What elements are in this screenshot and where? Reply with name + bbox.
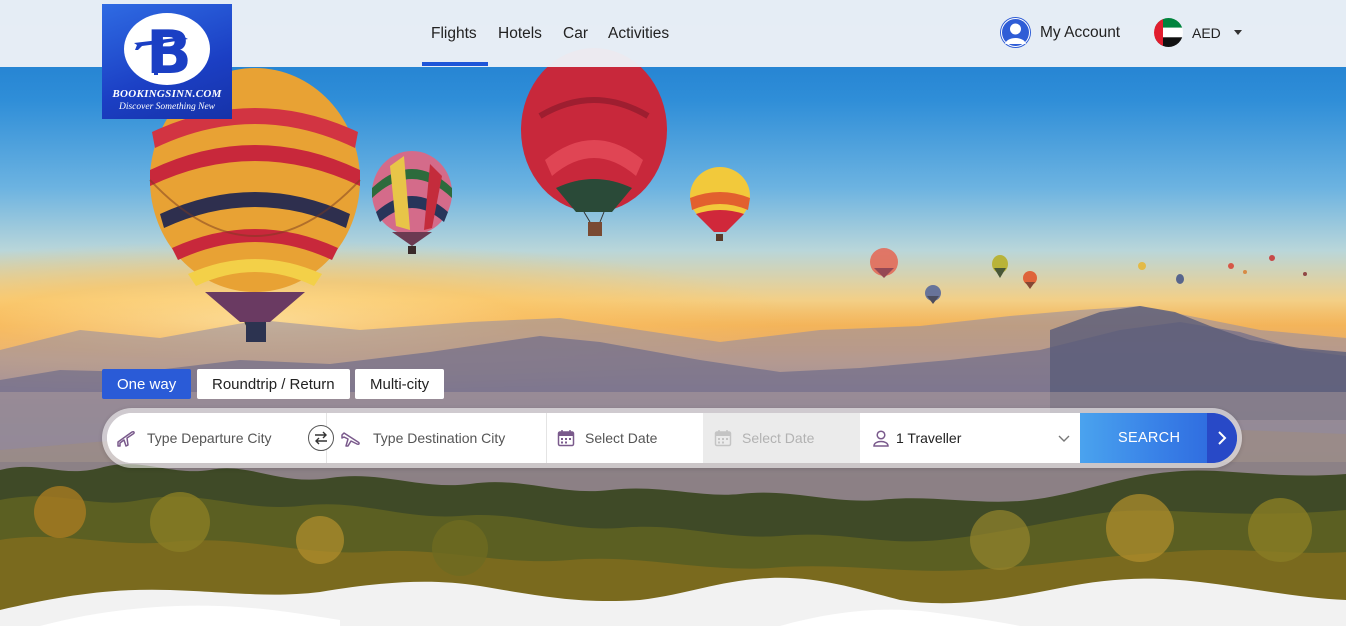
- departure-city-placeholder: Type Departure City: [147, 430, 272, 446]
- search-button-label: SEARCH: [1118, 430, 1181, 446]
- logo-b-plane-icon: B: [134, 18, 192, 88]
- hot-air-balloon-red: [521, 48, 667, 236]
- person-icon: [873, 430, 889, 447]
- departure-city-field[interactable]: Type Departure City: [107, 413, 322, 463]
- calendar-icon: [557, 430, 575, 447]
- calendar-icon: [714, 430, 732, 447]
- swap-arrows-icon: [315, 431, 327, 445]
- logo-emblem: B: [124, 13, 210, 88]
- user-avatar-icon: [1000, 17, 1031, 48]
- nav-active-indicator: [422, 62, 488, 66]
- brand-name: BOOKINGSINN.COM: [112, 88, 222, 100]
- depart-date-field[interactable]: Select Date: [547, 413, 703, 463]
- hot-air-balloon-patchwork: [372, 151, 452, 254]
- currency-selector[interactable]: AED: [1154, 18, 1242, 47]
- swap-cities-button[interactable]: [308, 425, 334, 451]
- depart-date-placeholder: Select Date: [585, 430, 658, 446]
- destination-city-placeholder: Type Destination City: [373, 430, 506, 446]
- nav-activities[interactable]: Activities: [608, 25, 669, 43]
- plane-landing-icon: [341, 432, 360, 447]
- search-button[interactable]: SEARCH: [1080, 413, 1237, 463]
- flight-search-bar: Type Departure City Type Destination Cit…: [107, 413, 1237, 463]
- trip-type-multi-city[interactable]: Multi-city: [355, 369, 445, 399]
- my-account-link[interactable]: My Account: [1000, 17, 1120, 48]
- travellers-value: 1 Traveller: [896, 430, 962, 446]
- travellers-dropdown[interactable]: 1 Traveller: [860, 413, 1080, 463]
- caret-down-icon: [1233, 30, 1242, 35]
- uae-flag-icon: [1154, 18, 1183, 47]
- destination-city-field[interactable]: Type Destination City: [327, 413, 546, 463]
- nav-flights[interactable]: Flights: [431, 25, 477, 43]
- distant-balloons: [870, 248, 1307, 304]
- nav-hotels[interactable]: Hotels: [498, 25, 542, 43]
- chevron-down-icon: [1058, 435, 1070, 442]
- nav-car[interactable]: Car: [563, 25, 588, 43]
- my-account-label: My Account: [1040, 23, 1121, 41]
- brand-logo[interactable]: B BOOKINGSINN.COM Discover Something New: [102, 4, 232, 119]
- trip-type-roundtrip[interactable]: Roundtrip / Return: [197, 369, 350, 399]
- chevron-right-icon: [1207, 413, 1237, 463]
- return-date-field[interactable]: Select Date: [703, 413, 860, 463]
- brand-tagline: Discover Something New: [118, 102, 216, 112]
- svg-text:B: B: [146, 18, 192, 85]
- currency-code: AED: [1192, 24, 1221, 41]
- trip-type-one-way[interactable]: One way: [102, 369, 192, 399]
- return-date-placeholder: Select Date: [742, 430, 815, 446]
- hot-air-balloon-yellow: [690, 167, 750, 241]
- plane-takeoff-icon: [117, 431, 135, 447]
